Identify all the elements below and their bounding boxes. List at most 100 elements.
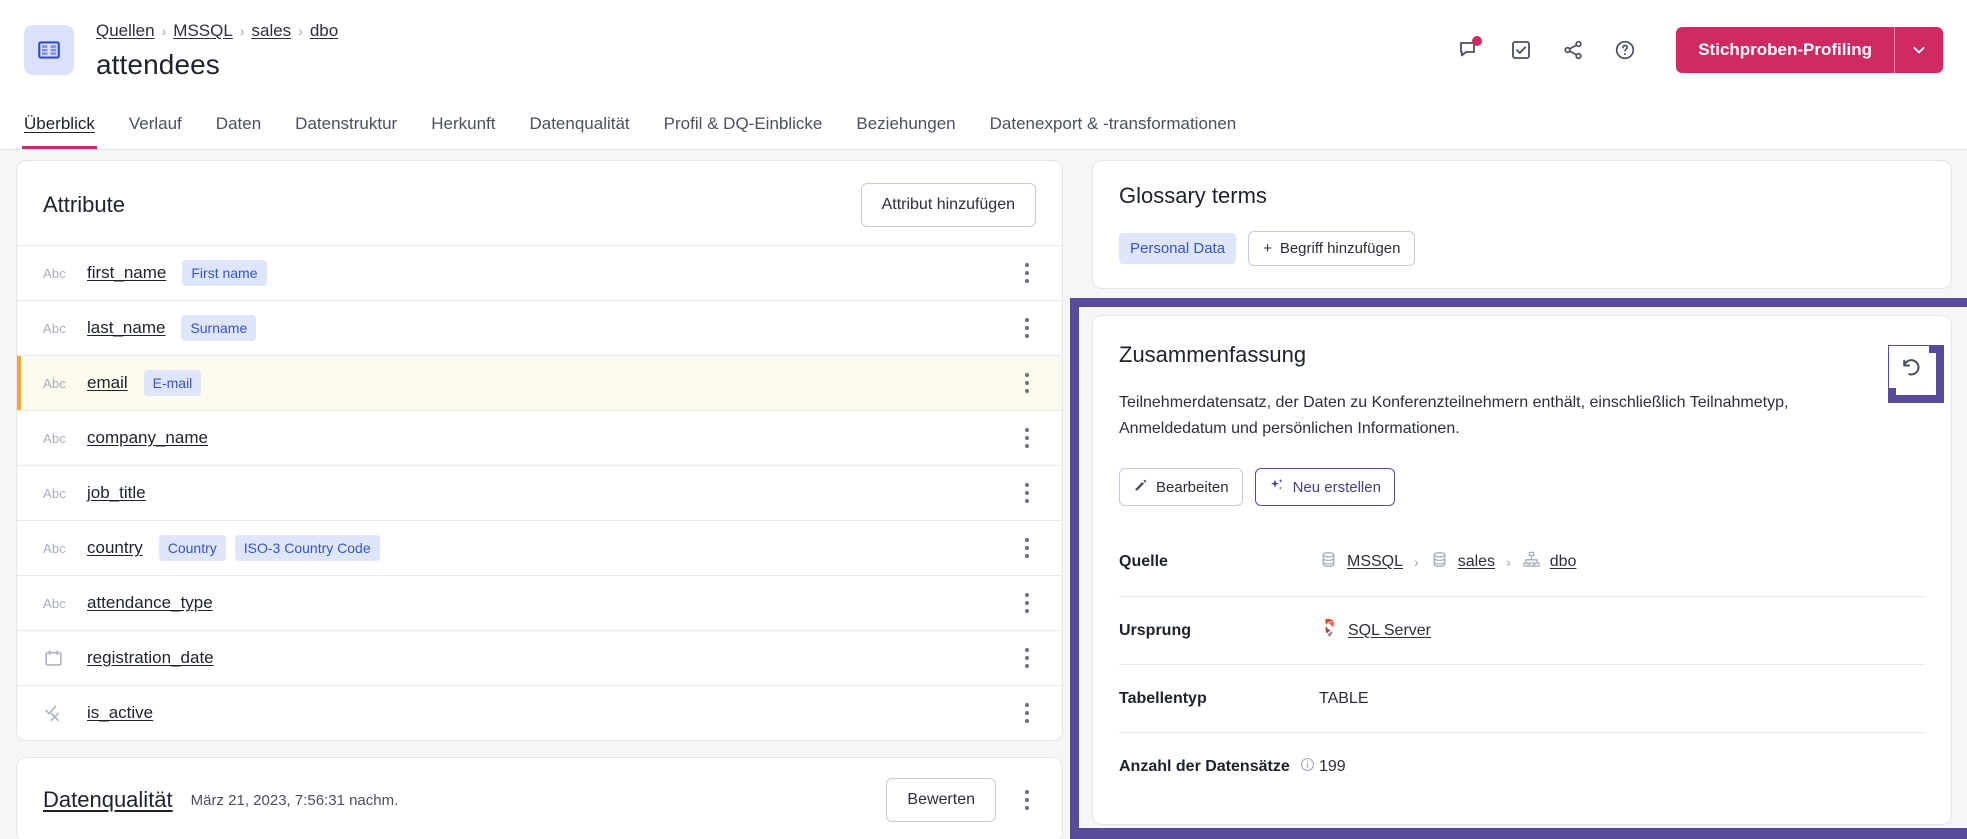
table-row[interactable]: Abc first_name First name — [17, 245, 1062, 300]
row-menu-button[interactable] — [1014, 703, 1040, 723]
comments-icon[interactable] — [1454, 35, 1484, 65]
row-menu-button[interactable] — [1014, 318, 1040, 338]
attribute-tags: Country ISO-3 Country Code — [159, 535, 380, 561]
chevron-down-icon[interactable] — [1895, 27, 1943, 73]
edit-summary-button[interactable]: Bearbeiten — [1119, 468, 1243, 506]
generate-summary-button[interactable]: Neu erstellen — [1255, 468, 1395, 506]
sample-profiling-button[interactable]: Stichproben-Profiling — [1676, 27, 1943, 73]
tab-beziehungen[interactable]: Beziehungen — [854, 114, 957, 149]
source-path-item-0[interactable]: MSSQL — [1347, 553, 1403, 571]
table-row[interactable]: is_active — [17, 685, 1062, 740]
undo-icon[interactable] — [1889, 346, 1929, 388]
row-menu-button[interactable] — [1014, 648, 1040, 668]
table-row[interactable]: Abc email E-mail — [17, 355, 1062, 410]
attribute-name[interactable]: registration_date — [87, 648, 214, 668]
table-row[interactable]: Abc country Country ISO-3 Country Code — [17, 520, 1062, 575]
meta-label: Tabellentyp — [1119, 690, 1319, 708]
glossary-term-chip[interactable]: Personal Data — [1119, 233, 1236, 264]
boolean-type-icon — [43, 702, 73, 724]
tab-herkunft[interactable]: Herkunft — [429, 114, 497, 149]
meta-value-table-type: TABLE — [1319, 690, 1369, 708]
breadcrumb-item-2[interactable]: sales — [251, 21, 291, 41]
summary-description: Teilnehmerdatensatz, der Daten zu Konfer… — [1119, 390, 1859, 442]
attribute-name[interactable]: job_title — [87, 483, 146, 503]
tab-verlauf[interactable]: Verlauf — [127, 114, 184, 149]
data-quality-panel: Datenqualität März 21, 2023, 7:56:31 nac… — [16, 757, 1063, 839]
breadcrumb: Quellen › MSSQL › sales › dbo — [96, 19, 1454, 43]
tab-datenqualitaet[interactable]: Datenqualität — [527, 114, 631, 149]
add-term-label: Begriff hinzufügen — [1280, 240, 1401, 257]
summary-meta-list: Quelle MSSQL › — [1119, 528, 1925, 800]
glossary-tag[interactable]: Surname — [181, 315, 256, 341]
attribute-name[interactable]: first_name — [87, 263, 166, 283]
generate-summary-label: Neu erstellen — [1293, 479, 1381, 496]
row-menu-button[interactable] — [1014, 483, 1040, 503]
tab-daten[interactable]: Daten — [214, 114, 263, 149]
glossary-terms-row: Personal Data + Begriff hinzufügen — [1119, 231, 1925, 266]
meta-row-record-count: Anzahl der Datensätze 199 — [1119, 732, 1925, 800]
table-row[interactable]: Abc company_name — [17, 410, 1062, 465]
tab-profil-dq-einblicke[interactable]: Profil & DQ-Einblicke — [662, 114, 825, 149]
tab-datenstruktur[interactable]: Datenstruktur — [293, 114, 399, 149]
sql-server-icon — [1319, 617, 1339, 644]
app-root: Quellen › MSSQL › sales › dbo attendees — [0, 0, 1967, 839]
glossary-title: Glossary terms — [1119, 183, 1925, 209]
database-icon — [1430, 550, 1449, 574]
glossary-panel: Glossary terms Personal Data + Begriff h… — [1092, 160, 1952, 289]
edit-summary-label: Bearbeiten — [1156, 479, 1229, 496]
rate-button[interactable]: Bewerten — [886, 778, 996, 822]
right-column: Glossary terms Personal Data + Begriff h… — [1092, 160, 1952, 289]
origin-link[interactable]: SQL Server — [1348, 622, 1431, 640]
tab-uberblick[interactable]: Überblick — [22, 114, 97, 149]
breadcrumb-item-3[interactable]: dbo — [310, 21, 338, 41]
row-menu-button[interactable] — [1014, 538, 1040, 558]
left-column: Attribute Attribut hinzufügen Abc first_… — [16, 160, 1063, 839]
schema-hierarchy-icon — [1522, 550, 1541, 574]
row-menu-button[interactable] — [1014, 373, 1040, 393]
summary-actions: Bearbeiten Neu erstellen — [1119, 468, 1925, 506]
table-row[interactable]: registration_date — [17, 630, 1062, 685]
table-row[interactable]: Abc last_name Surname — [17, 300, 1062, 355]
source-path-item-1[interactable]: sales — [1458, 553, 1495, 571]
add-attribute-button[interactable]: Attribut hinzufügen — [861, 183, 1036, 227]
source-path-item-2[interactable]: dbo — [1550, 553, 1577, 571]
table-row[interactable]: Abc attendance_type — [17, 575, 1062, 630]
breadcrumb-item-0[interactable]: Quellen — [96, 21, 155, 41]
table-row[interactable]: Abc job_title — [17, 465, 1062, 520]
add-term-button[interactable]: + Begriff hinzufügen — [1248, 231, 1415, 266]
data-quality-menu-button[interactable] — [1014, 790, 1040, 810]
text-type-icon: Abc — [43, 541, 73, 556]
attributes-header: Attribute Attribut hinzufügen — [17, 161, 1062, 245]
info-icon[interactable] — [1299, 756, 1316, 778]
attribute-tags: E-mail — [144, 370, 202, 396]
attribute-tags: First name — [182, 260, 266, 286]
attribute-name[interactable]: company_name — [87, 428, 208, 448]
attribute-name[interactable]: email — [87, 373, 128, 393]
breadcrumb-separator: › — [240, 23, 245, 39]
data-quality-title[interactable]: Datenqualität — [43, 787, 173, 813]
row-menu-button[interactable] — [1014, 428, 1040, 448]
attribute-name[interactable]: last_name — [87, 318, 165, 338]
meta-label: Quelle — [1119, 553, 1319, 571]
row-menu-button[interactable] — [1014, 593, 1040, 613]
breadcrumb-item-1[interactable]: MSSQL — [173, 21, 233, 41]
meta-row-origin: Ursprung SQL Server — [1119, 596, 1925, 664]
glossary-tag[interactable]: E-mail — [144, 370, 202, 396]
tasks-checkbox-icon[interactable] — [1506, 35, 1536, 65]
attribute-name[interactable]: is_active — [87, 703, 153, 723]
database-icon — [1319, 550, 1338, 574]
glossary-tag[interactable]: Country — [159, 535, 226, 561]
share-icon[interactable] — [1558, 35, 1588, 65]
breadcrumb-separator: › — [162, 23, 167, 39]
attribute-name[interactable]: country — [87, 538, 143, 558]
attribute-name[interactable]: attendance_type — [87, 593, 213, 613]
row-menu-button[interactable] — [1014, 263, 1040, 283]
tab-datenexport-transformationen[interactable]: Datenexport & -transformationen — [988, 114, 1239, 149]
help-icon[interactable] — [1610, 35, 1640, 65]
summary-title: Zusammenfassung — [1119, 342, 1925, 368]
pencil-icon — [1133, 478, 1148, 497]
glossary-tag[interactable]: ISO-3 Country Code — [235, 535, 380, 561]
data-quality-header: Datenqualität März 21, 2023, 7:56:31 nac… — [17, 758, 1062, 839]
glossary-tag[interactable]: First name — [182, 260, 266, 286]
tab-bar: Überblick Verlauf Daten Datenstruktur He… — [0, 100, 1967, 150]
